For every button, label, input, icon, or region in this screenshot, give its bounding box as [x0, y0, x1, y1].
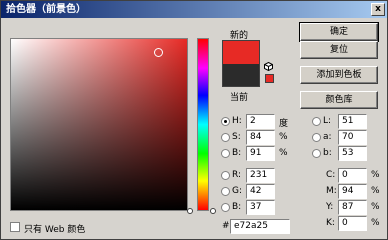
green-radio[interactable]	[221, 187, 230, 196]
black-label: K:	[326, 218, 335, 228]
brightness-label: B:	[232, 148, 242, 158]
saturation-radio[interactable]	[221, 133, 230, 142]
a-channel-radio[interactable]	[312, 133, 321, 142]
yellow-unit: %	[371, 202, 380, 212]
a-channel-label: a:	[323, 132, 332, 142]
black-input[interactable]: 0	[338, 216, 367, 231]
cyan-label: C:	[326, 170, 336, 180]
blue-label: B:	[232, 202, 242, 212]
hue-unit: 度	[279, 119, 289, 129]
color-picker-dialog: 拾色器（前景色） x 新的 当前 确定 复位 添加到色板 颜色库 H: 2 度 …	[0, 0, 388, 240]
green-input[interactable]: 42	[246, 184, 275, 199]
hue-slider-handle-left[interactable]	[187, 208, 193, 214]
current-color-label: 当前	[230, 93, 249, 103]
cyan-input[interactable]: 0	[338, 168, 367, 183]
magenta-label: M:	[326, 186, 337, 196]
yellow-input[interactable]: 87	[338, 200, 367, 215]
blue-input[interactable]: 37	[246, 200, 275, 215]
window-title: 拾色器（前景色）	[6, 4, 86, 15]
red-input[interactable]: 231	[246, 168, 275, 183]
red-radio[interactable]	[221, 171, 230, 180]
cyan-unit: %	[371, 170, 380, 180]
brightness-input[interactable]: 91	[246, 146, 275, 161]
add-to-swatches-button[interactable]: 添加到色板	[300, 66, 378, 84]
saturation-unit: %	[279, 132, 288, 142]
b-channel-radio[interactable]	[312, 149, 321, 158]
saturation-input[interactable]: 84	[246, 130, 275, 145]
hex-input[interactable]: e72a25	[230, 219, 290, 234]
title-bar: 拾色器（前景色） x	[1, 1, 387, 18]
lightness-radio[interactable]	[312, 117, 321, 126]
hue-radio[interactable]	[221, 117, 230, 126]
color-field-cursor[interactable]	[154, 48, 163, 57]
black-unit: %	[371, 218, 380, 228]
hue-slider[interactable]	[197, 38, 209, 211]
b-channel-input[interactable]: 53	[338, 146, 367, 161]
hex-label: #	[222, 221, 230, 231]
new-color-swatch	[222, 40, 260, 64]
web-colors-only-checkbox[interactable]	[10, 222, 20, 232]
hue-label: H:	[232, 116, 242, 126]
blue-radio[interactable]	[221, 203, 230, 212]
red-label: R:	[232, 170, 242, 180]
magenta-input[interactable]: 94	[338, 184, 367, 199]
yellow-label: Y:	[326, 202, 334, 212]
lightness-input[interactable]: 51	[338, 114, 367, 129]
reset-button[interactable]: 复位	[300, 41, 378, 59]
b-channel-label: b:	[323, 148, 332, 158]
current-color-swatch[interactable]	[222, 64, 260, 87]
green-label: G:	[232, 186, 243, 196]
color-field[interactable]	[10, 38, 188, 211]
brightness-radio[interactable]	[221, 149, 230, 158]
gamut-warning-swatch[interactable]	[265, 74, 274, 83]
hue-input[interactable]: 2	[246, 114, 275, 129]
hue-slider-handle-right[interactable]	[210, 208, 216, 214]
lightness-label: L:	[323, 116, 332, 126]
brightness-unit: %	[279, 148, 288, 158]
close-button[interactable]: x	[371, 3, 385, 16]
color-libraries-button[interactable]: 颜色库	[300, 91, 378, 109]
saturation-label: S:	[232, 132, 241, 142]
magenta-unit: %	[371, 186, 380, 196]
web-colors-only-label: 只有 Web 颜色	[24, 225, 86, 235]
ok-button[interactable]: 确定	[299, 22, 379, 42]
web-safe-cube-icon[interactable]	[264, 62, 273, 71]
a-channel-input[interactable]: 70	[338, 130, 367, 145]
